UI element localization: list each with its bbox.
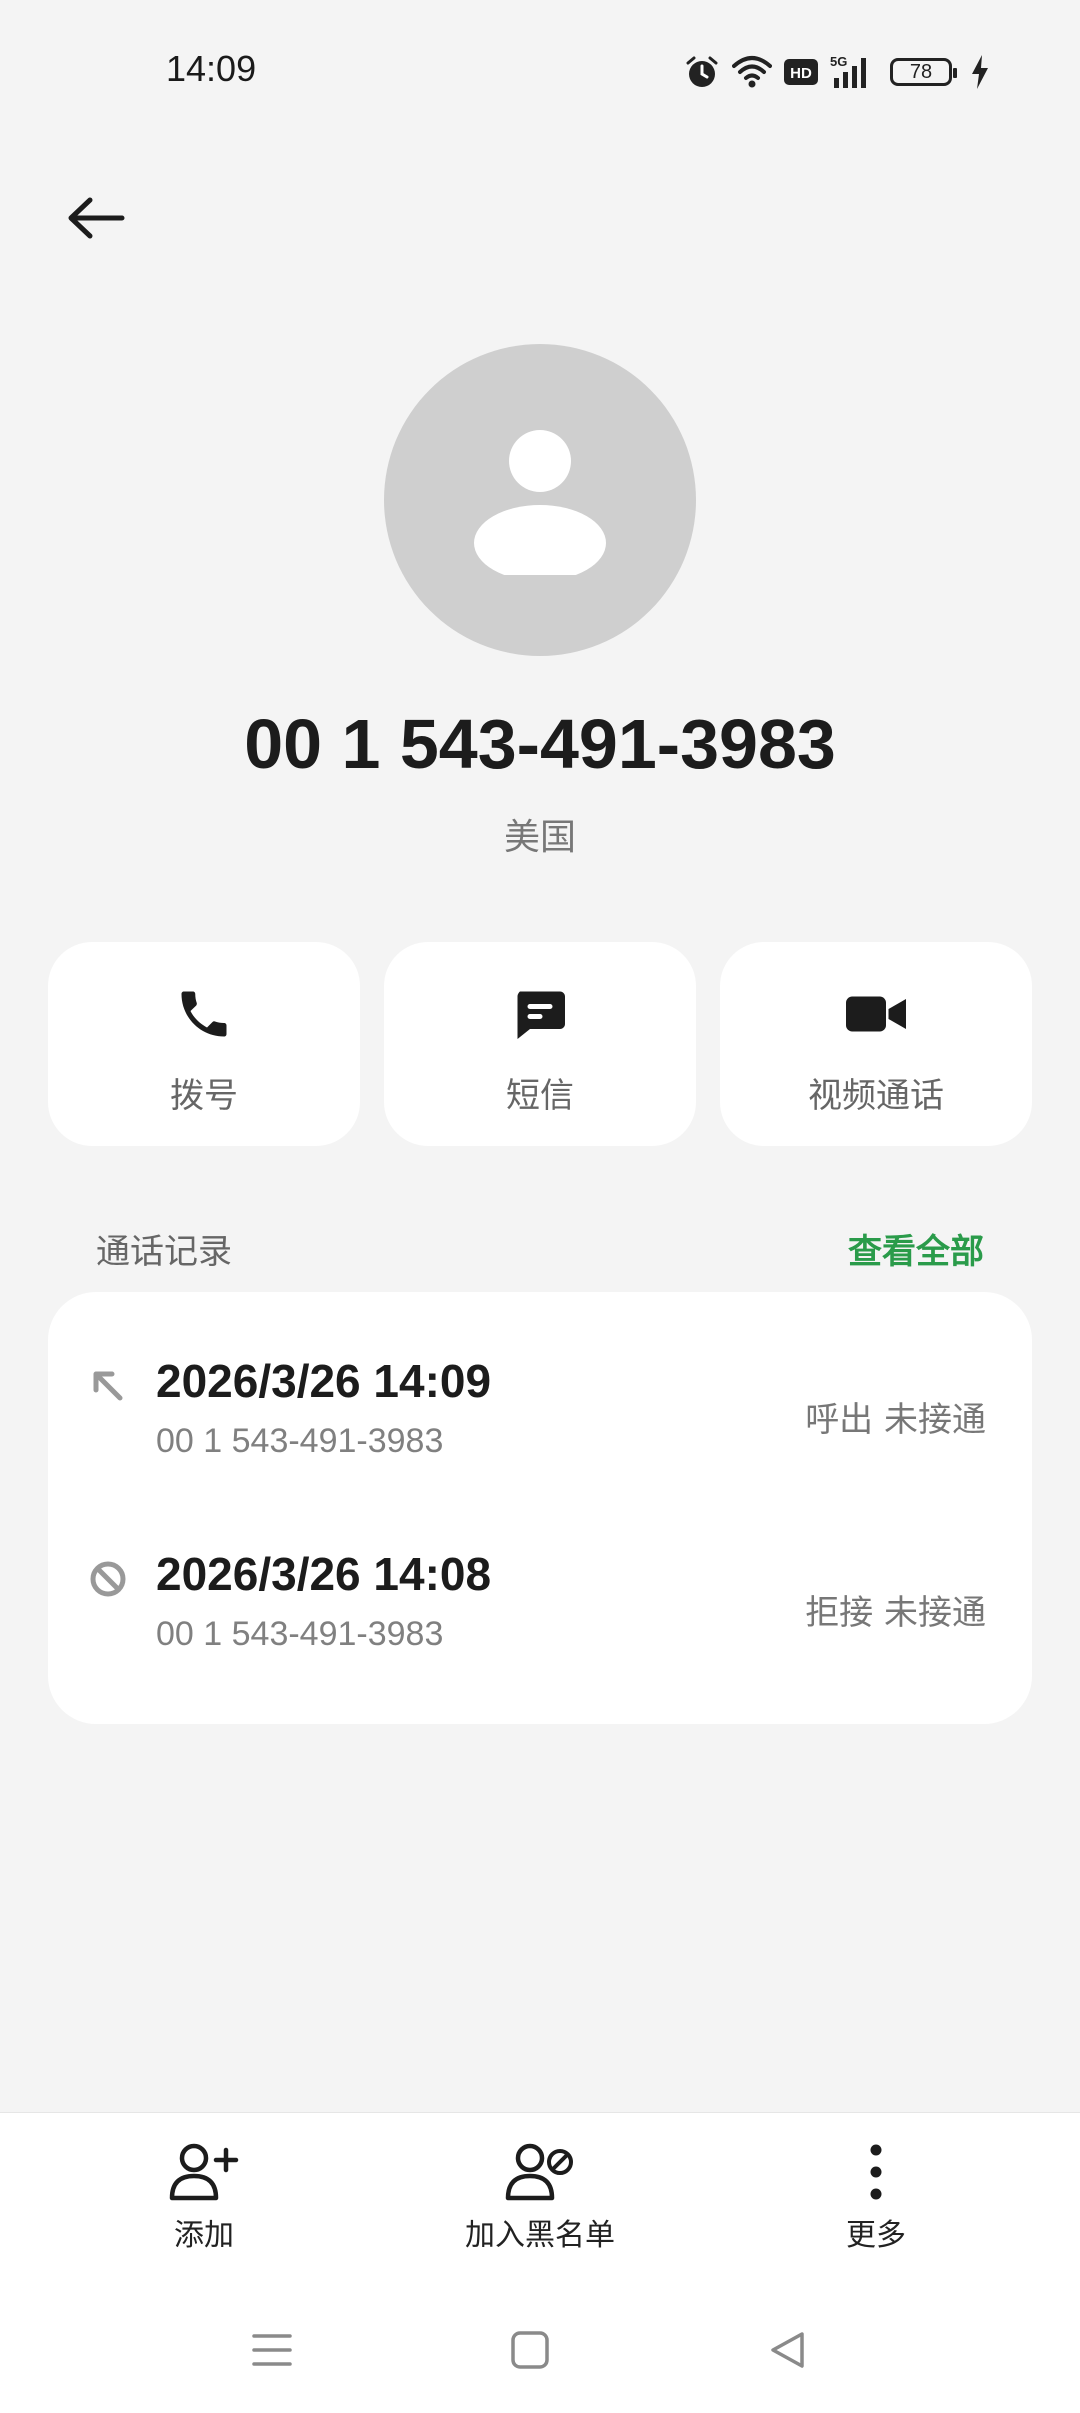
call-number: 00 1 543-491-3983 — [156, 1422, 444, 1460]
status-time: 14:09 — [166, 48, 257, 89]
blocked-call-icon — [90, 1561, 126, 1597]
back-triangle-icon — [771, 2332, 804, 2368]
menu-icon — [252, 2334, 292, 2366]
back-button[interactable] — [56, 178, 136, 258]
video-call-label: 视频通话 — [808, 1076, 944, 1116]
nav-menu-button[interactable] — [242, 2320, 302, 2380]
call-datetime: 2026/3/26 14:08 — [156, 1548, 492, 1600]
more-button[interactable]: 更多 — [746, 2140, 1006, 2260]
add-contact-button[interactable]: 添加 — [74, 2140, 334, 2260]
svg-text:HD: HD — [790, 65, 812, 82]
nav-back-button[interactable] — [758, 2320, 818, 2380]
alarm-icon — [684, 54, 720, 90]
blacklist-label: 加入黑名单 — [465, 2218, 615, 2253]
message-icon — [517, 991, 565, 1039]
nav-home-button[interactable] — [500, 2320, 560, 2380]
call-status: 拒接 未接通 — [805, 1593, 986, 1633]
dial-button[interactable]: 拨号 — [48, 942, 360, 1146]
call-log-row[interactable]: 2026/3/26 14:09 00 1 543-491-3983 呼出 未接通 — [48, 1292, 1032, 1460]
add-contact-icon — [169, 2143, 239, 2201]
contact-location: 美国 — [503, 817, 576, 858]
arrow-left-icon — [68, 197, 125, 239]
video-call-button[interactable]: 视频通话 — [720, 942, 1032, 1146]
call-number: 00 1 543-491-3983 — [156, 1615, 444, 1653]
more-vertical-icon — [870, 2144, 882, 2200]
call-log-row[interactable]: 2026/3/26 14:08 00 1 543-491-3983 拒接 未接通 — [48, 1485, 1032, 1653]
call-log-title: 通话记录 — [96, 1232, 232, 1272]
hd-icon: HD — [784, 57, 818, 87]
battery-icon: 78 — [890, 58, 957, 86]
view-all-link[interactable]: 查看全部 — [848, 1224, 984, 1273]
call-status: 呼出 未接通 — [805, 1400, 986, 1440]
wifi-icon — [732, 54, 772, 90]
block-contact-icon — [505, 2143, 573, 2201]
outgoing-call-icon — [93, 1371, 123, 1401]
avatar — [384, 344, 696, 656]
status-icons: HD 5G 78 — [684, 48, 990, 96]
sms-label: 短信 — [506, 1076, 574, 1116]
dial-label: 拨号 — [170, 1076, 238, 1116]
contact-number: 00 1 543-491-3983 — [244, 705, 836, 783]
charging-icon — [970, 55, 990, 89]
home-icon — [511, 2331, 549, 2369]
phone-icon — [181, 991, 227, 1037]
person-icon — [474, 430, 606, 575]
blacklist-button[interactable]: 加入黑名单 — [410, 2140, 670, 2260]
more-label: 更多 — [846, 2218, 906, 2253]
call-datetime: 2026/3/26 14:09 — [156, 1355, 492, 1407]
signal-icon: 5G — [830, 54, 878, 90]
video-icon — [846, 996, 906, 1032]
sms-button[interactable]: 短信 — [384, 942, 696, 1146]
add-contact-label: 添加 — [174, 2218, 234, 2253]
call-log-card: 2026/3/26 14:09 00 1 543-491-3983 呼出 未接通… — [48, 1292, 1032, 1724]
svg-text:5G: 5G — [830, 54, 847, 69]
